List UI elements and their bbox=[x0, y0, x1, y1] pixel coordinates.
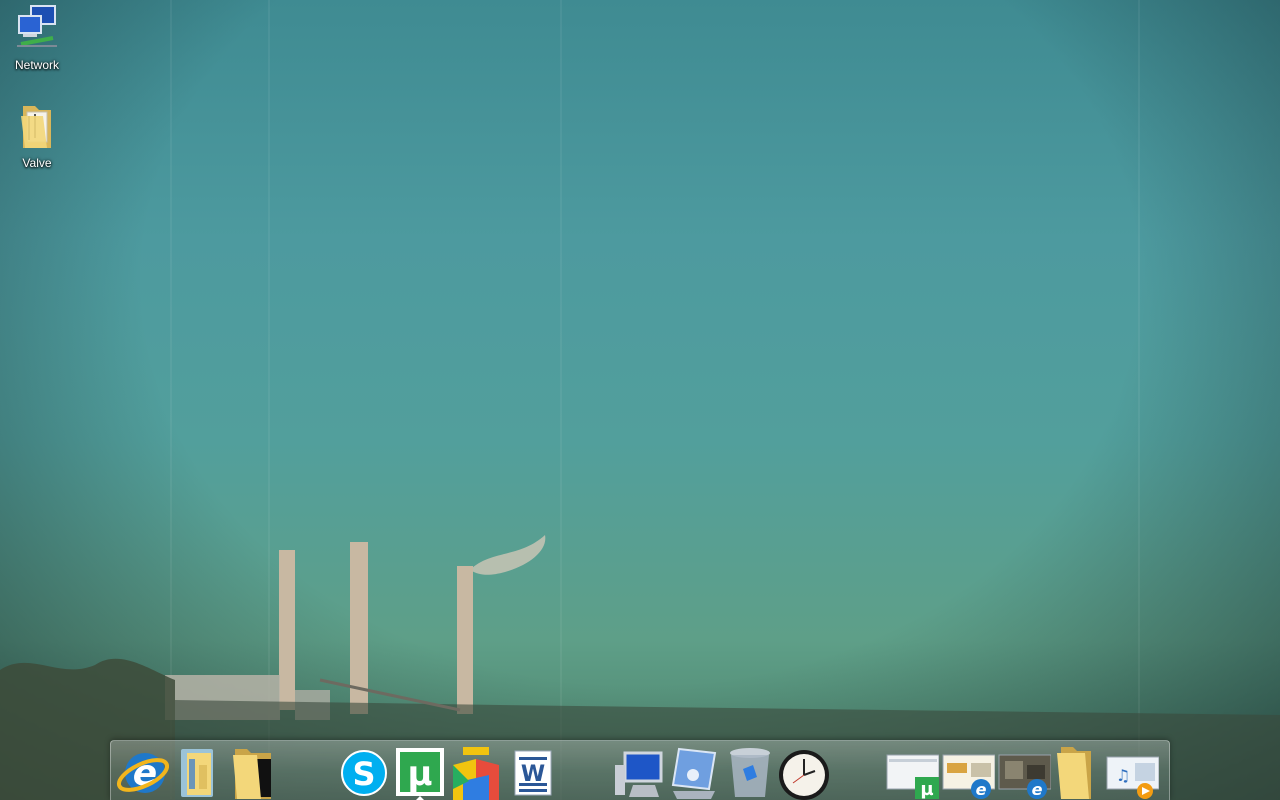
dock-item-file-manager[interactable] bbox=[171, 745, 225, 800]
dock-item-recycle-bin[interactable] bbox=[723, 745, 777, 800]
wallpaper-streak bbox=[170, 0, 172, 800]
dock: e S µ W µ e e ♫ bbox=[110, 740, 1170, 800]
skype-icon: S bbox=[341, 750, 387, 796]
dock-glyph: ♫ bbox=[1116, 766, 1130, 785]
avg-antivirus-icon bbox=[453, 747, 499, 800]
internet-explorer-icon: e bbox=[116, 753, 169, 794]
dock-item-clock[interactable] bbox=[777, 745, 831, 800]
dock-glyph: W bbox=[521, 762, 545, 787]
word-icon: W bbox=[514, 750, 552, 796]
dock-item-ie-window-2[interactable]: e bbox=[997, 745, 1051, 800]
dock-item-media-player-window[interactable]: ♫ bbox=[1105, 745, 1159, 800]
dock-item-network-connection[interactable] bbox=[667, 745, 721, 800]
computer-icon bbox=[615, 751, 663, 797]
folder-icon bbox=[233, 749, 271, 799]
recycle-bin-icon bbox=[730, 748, 770, 797]
running-indicator bbox=[415, 796, 425, 800]
dock-item-skype[interactable]: S bbox=[337, 745, 391, 800]
desktop-icon-label: Valve bbox=[22, 156, 52, 170]
dock-item-computer[interactable] bbox=[611, 745, 665, 800]
media-player-icon: ♫ bbox=[1106, 756, 1159, 799]
desktop: Network Valve e S µ W µ e e ♫ bbox=[0, 0, 1280, 800]
folder-icon bbox=[1057, 747, 1091, 799]
clock-icon bbox=[779, 750, 829, 800]
window-thumbnail-icon: µ bbox=[886, 754, 939, 800]
desktop-icon-network[interactable]: Network bbox=[2, 4, 72, 72]
dock-glyph: µ bbox=[407, 754, 432, 794]
network-connection-icon bbox=[671, 747, 717, 799]
dock-item-avg[interactable] bbox=[449, 745, 503, 800]
dock-item-folder-dark[interactable] bbox=[227, 745, 281, 800]
dock-item-utorrent-window[interactable]: µ bbox=[885, 745, 939, 800]
utorrent-icon: µ bbox=[396, 748, 444, 796]
dock-glyph: µ bbox=[920, 779, 933, 800]
dock-item-folder-yellow[interactable] bbox=[1047, 745, 1101, 800]
dock-item-word[interactable]: W bbox=[505, 745, 559, 800]
window-thumbnail-icon: e bbox=[998, 754, 1051, 799]
wallpaper-streak bbox=[268, 0, 270, 800]
dock-glyph: e bbox=[976, 780, 987, 799]
desktop-icon-valve[interactable]: Valve bbox=[2, 102, 72, 170]
dock-item-ie-window-1[interactable]: e bbox=[941, 745, 995, 800]
network-icon bbox=[17, 5, 57, 47]
dock-glyph: S bbox=[352, 755, 375, 793]
wallpaper-streak bbox=[1138, 0, 1140, 800]
window-thumbnail-icon: e bbox=[942, 754, 995, 799]
dock-item-utorrent[interactable]: µ bbox=[393, 745, 447, 800]
folder-icon bbox=[21, 106, 51, 148]
dock-glyph: e bbox=[1032, 780, 1043, 799]
file-manager-icon bbox=[181, 749, 213, 797]
wallpaper-streak bbox=[560, 0, 562, 800]
dock-item-internet-explorer[interactable]: e bbox=[115, 745, 169, 800]
desktop-icon-label: Network bbox=[14, 58, 59, 72]
